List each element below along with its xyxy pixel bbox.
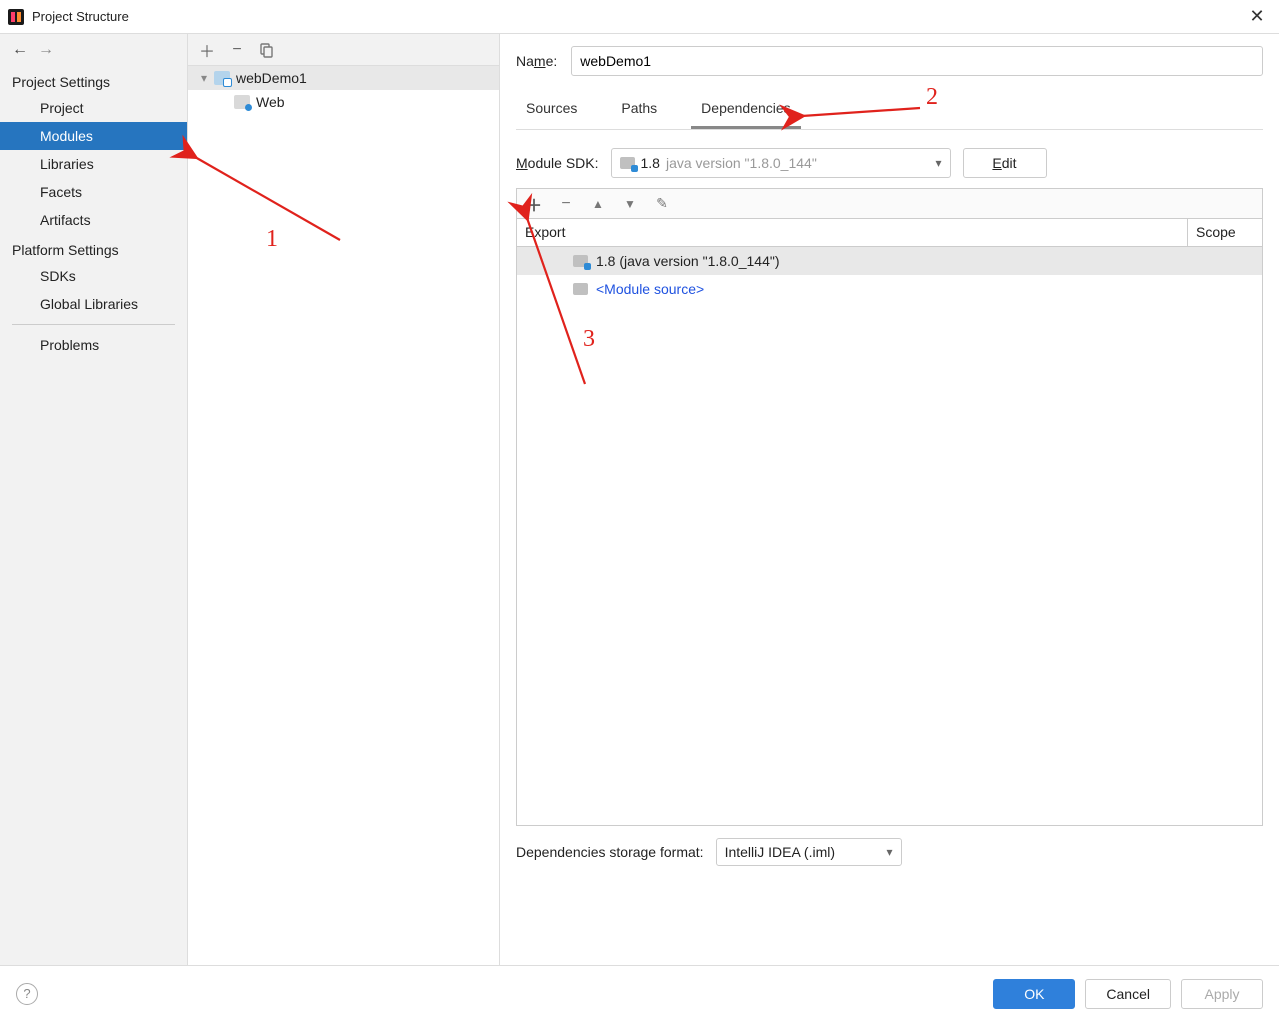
nav-item-facets[interactable]: Facets bbox=[0, 178, 187, 206]
chevron-down-icon[interactable] bbox=[194, 71, 214, 85]
tree-web-label: Web bbox=[256, 94, 285, 110]
apply-button[interactable]: Apply bbox=[1181, 979, 1263, 1009]
nav-item-global-libraries[interactable]: Global Libraries bbox=[0, 290, 187, 318]
tab-paths[interactable]: Paths bbox=[611, 94, 667, 129]
sdk-label: Module SDK: bbox=[516, 155, 599, 171]
sdk-subtext: java version "1.8.0_144" bbox=[666, 155, 817, 171]
nav-item-modules[interactable]: Modules bbox=[0, 122, 187, 150]
close-button[interactable]: ✕ bbox=[1235, 0, 1279, 34]
footer: ? OK Cancel Apply bbox=[0, 965, 1279, 1021]
sdk-folder-icon bbox=[620, 157, 635, 169]
help-icon[interactable]: ? bbox=[16, 983, 38, 1005]
content-panel: Name: Sources Paths Dependencies Module … bbox=[500, 34, 1279, 965]
nav-item-project[interactable]: Project bbox=[0, 94, 187, 122]
chevron-down-icon: ▾ bbox=[935, 156, 941, 170]
module-tree-panel: ＋ − webDemo1 Web bbox=[188, 34, 500, 965]
window-title: Project Structure bbox=[32, 9, 1235, 24]
nav-item-libraries[interactable]: Libraries bbox=[0, 150, 187, 178]
nav-divider bbox=[12, 324, 175, 325]
dependency-source-label: <Module source> bbox=[596, 281, 704, 297]
remove-module-icon[interactable]: − bbox=[228, 41, 246, 59]
web-folder-icon bbox=[234, 95, 250, 109]
chevron-down-icon: ▾ bbox=[887, 845, 893, 859]
sdk-version: 1.8 bbox=[641, 155, 660, 171]
left-nav: ← → Project Settings Project Modules Lib… bbox=[0, 34, 188, 965]
titlebar: Project Structure ✕ bbox=[0, 0, 1279, 34]
tab-dependencies[interactable]: Dependencies bbox=[691, 94, 801, 129]
dependency-toolbar: ＋ − ▲ ▼ ✎ bbox=[516, 188, 1263, 218]
folder-icon bbox=[573, 283, 588, 295]
content-tabs: Sources Paths Dependencies bbox=[516, 94, 1263, 130]
name-input[interactable] bbox=[571, 46, 1263, 76]
dependency-table-body: 1.8 (java version "1.8.0_144") <Module s… bbox=[516, 246, 1263, 826]
nav-section-project-settings: Project Settings bbox=[0, 66, 187, 94]
module-folder-icon bbox=[214, 71, 230, 85]
app-icon bbox=[8, 9, 24, 25]
sdk-select[interactable]: 1.8 java version "1.8.0_144" ▾ bbox=[611, 148, 951, 178]
name-label: Name: bbox=[516, 53, 557, 69]
sdk-folder-icon bbox=[573, 255, 588, 267]
ok-button[interactable]: OK bbox=[993, 979, 1075, 1009]
add-dependency-icon[interactable]: ＋ bbox=[525, 195, 543, 213]
edit-dependency-icon[interactable]: ✎ bbox=[653, 195, 671, 213]
copy-module-icon[interactable] bbox=[258, 41, 276, 59]
tab-sources[interactable]: Sources bbox=[516, 94, 587, 129]
nav-forward-icon[interactable]: → bbox=[36, 40, 56, 60]
tree-toolbar: ＋ − bbox=[188, 34, 499, 66]
storage-label: Dependencies storage format: bbox=[516, 844, 704, 860]
tree-row-module[interactable]: webDemo1 bbox=[188, 66, 499, 90]
nav-back-icon[interactable]: ← bbox=[10, 40, 30, 60]
dependency-row-module-source[interactable]: <Module source> bbox=[517, 275, 1262, 303]
edit-sdk-button[interactable]: Edit bbox=[963, 148, 1047, 178]
storage-format-select[interactable]: IntelliJ IDEA (.iml) ▾ bbox=[716, 838, 902, 866]
col-scope-header[interactable]: Scope bbox=[1188, 219, 1262, 246]
tree-row-web[interactable]: Web bbox=[188, 90, 499, 114]
storage-value: IntelliJ IDEA (.iml) bbox=[725, 844, 835, 860]
nav-section-platform-settings: Platform Settings bbox=[0, 234, 187, 262]
tree-module-label: webDemo1 bbox=[236, 70, 307, 86]
move-up-icon[interactable]: ▲ bbox=[589, 195, 607, 213]
dependency-table-header: Export Scope bbox=[516, 218, 1263, 246]
remove-dependency-icon[interactable]: − bbox=[557, 195, 575, 213]
nav-item-sdks[interactable]: SDKs bbox=[0, 262, 187, 290]
col-export-header[interactable]: Export bbox=[517, 219, 1188, 246]
nav-item-artifacts[interactable]: Artifacts bbox=[0, 206, 187, 234]
cancel-button[interactable]: Cancel bbox=[1085, 979, 1171, 1009]
move-down-icon[interactable]: ▼ bbox=[621, 195, 639, 213]
add-module-icon[interactable]: ＋ bbox=[198, 41, 216, 59]
nav-item-problems[interactable]: Problems bbox=[0, 331, 187, 359]
dependency-sdk-label: 1.8 (java version "1.8.0_144") bbox=[596, 253, 780, 269]
dependency-row-sdk[interactable]: 1.8 (java version "1.8.0_144") bbox=[517, 247, 1262, 275]
